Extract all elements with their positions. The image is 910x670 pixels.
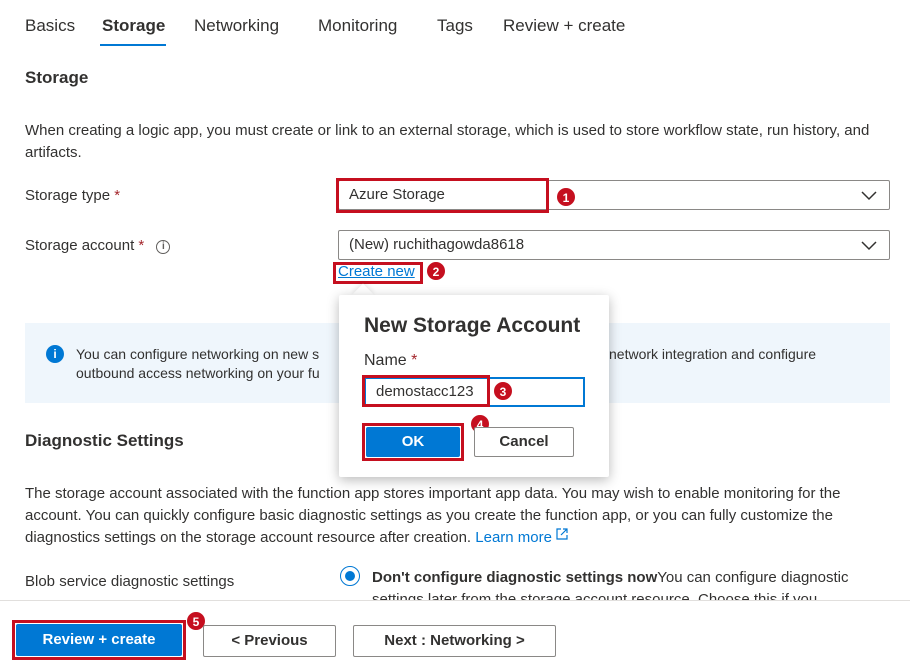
annotation-box-storage-type <box>336 178 549 213</box>
footer-divider <box>0 600 910 601</box>
annotation-box-ok <box>362 423 464 461</box>
tab-networking[interactable]: Networking <box>194 16 279 36</box>
info-icon[interactable]: i <box>156 240 171 254</box>
diagnostics-description: The storage account associated with the … <box>25 483 890 549</box>
info-bar-line1-right: network integration and configure <box>609 346 817 362</box>
annotation-badge-3: 3 <box>493 381 513 401</box>
storage-type-label: Storage type * <box>25 187 120 204</box>
tab-review-create[interactable]: Review + create <box>503 16 625 36</box>
blob-diagnostic-label: Blob service diagnostic settings <box>25 573 235 590</box>
tab-monitoring[interactable]: Monitoring <box>318 16 397 36</box>
required-marker: * <box>138 237 145 254</box>
learn-more-text: Learn more <box>475 529 552 546</box>
diagnostics-description-text: The storage account associated with the … <box>25 485 841 546</box>
popup-title: New Storage Account <box>364 314 581 337</box>
previous-button[interactable]: < Previous <box>203 625 336 657</box>
required-marker: * <box>411 352 418 369</box>
tab-basics[interactable]: Basics <box>25 16 75 36</box>
popup-name-label-text: Name <box>364 352 407 369</box>
chevron-down-icon <box>861 241 877 251</box>
storage-type-label-text: Storage type <box>25 187 111 204</box>
external-link-icon <box>556 528 568 540</box>
info-bar-line2-left: outbound access networking on your fu <box>76 365 320 381</box>
annotation-badge-1: 1 <box>556 187 576 207</box>
diagnostic-settings-title: Diagnostic Settings <box>25 431 184 450</box>
storage-account-value: (New) ruchithagowda8618 <box>349 236 525 253</box>
storage-account-label-text: Storage account <box>25 237 135 254</box>
dont-configure-option: Don't configure diagnostic settings nowY… <box>372 569 848 586</box>
storage-account-dropdown[interactable]: (New) ruchithagowda8618 <box>338 230 890 260</box>
new-storage-account-popup: New Storage Account Name * demostacc123 … <box>339 295 609 477</box>
chevron-down-icon <box>861 191 877 201</box>
next-networking-button[interactable]: Next : Networking > <box>353 625 556 657</box>
popup-name-label: Name * <box>364 352 417 370</box>
active-tab-indicator <box>100 44 166 46</box>
learn-more-link[interactable]: Learn more <box>475 528 568 546</box>
annotation-badge-2: 2 <box>426 261 446 281</box>
required-marker: * <box>114 187 121 204</box>
storage-description: When creating a logic app, you must crea… <box>25 122 870 161</box>
info-filled-icon: i <box>46 345 64 363</box>
popup-cancel-button[interactable]: Cancel <box>474 427 574 457</box>
annotation-box-name <box>362 375 490 407</box>
info-bar-line1-left: You can configure networking on new s <box>76 346 320 362</box>
dont-configure-option-label: Don't configure diagnostic settings now <box>372 569 658 586</box>
annotation-box-create-new <box>333 262 423 284</box>
storage-account-label: Storage account * i <box>25 237 171 254</box>
dont-configure-option-text: You can configure diagnostic <box>657 569 849 586</box>
annotation-box-review-create <box>12 620 186 660</box>
storage-section-title: Storage <box>25 68 89 87</box>
dont-configure-radio[interactable] <box>340 566 360 586</box>
tab-storage[interactable]: Storage <box>102 16 165 36</box>
tab-tags[interactable]: Tags <box>437 16 473 36</box>
